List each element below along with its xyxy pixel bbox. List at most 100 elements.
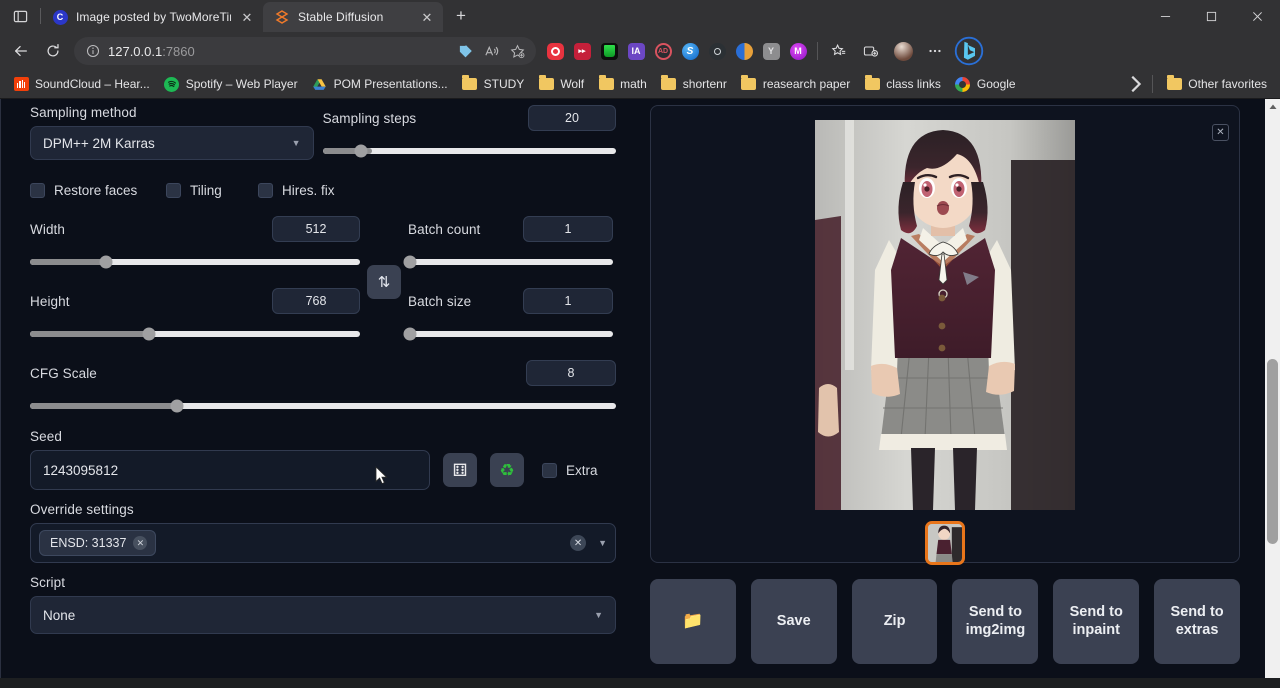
extension-trashy[interactable] [596, 37, 622, 65]
add-favorite-icon[interactable] [504, 39, 530, 63]
remove-tag-icon[interactable]: ✕ [133, 536, 147, 550]
tab-close-icon[interactable]: ✕ [239, 9, 255, 25]
save-button[interactable]: Save [751, 579, 837, 664]
bookmark-soundcloud[interactable]: SoundCloud – Hear... [6, 73, 157, 95]
window-controls [1142, 0, 1280, 32]
override-tag-ensd[interactable]: ENSD: 31337 ✕ [39, 530, 156, 556]
bookmark-reasearch-paper[interactable]: reasearch paper [734, 73, 857, 95]
tab-stable-diffusion[interactable]: Stable Diffusion ✕ [263, 2, 443, 32]
bookmark-math[interactable]: math [591, 73, 654, 95]
bookmark-other-favorites[interactable]: Other favorites [1159, 73, 1274, 95]
send-to-extras-button[interactable]: Send to extras [1154, 579, 1240, 664]
cfg-scale-label: CFG Scale [30, 366, 97, 381]
collections-icon[interactable] [856, 36, 886, 66]
close-button[interactable] [1234, 0, 1280, 32]
clear-all-icon[interactable]: ✕ [570, 535, 586, 551]
more-options-icon[interactable] [920, 36, 950, 66]
site-info-icon[interactable] [84, 42, 102, 60]
address-bar[interactable]: 127.0.0.1:7860 [74, 37, 536, 65]
close-result-icon[interactable]: ✕ [1212, 124, 1229, 141]
profile-avatar-icon[interactable] [888, 36, 918, 66]
restore-faces-checkbox[interactable]: Restore faces [30, 183, 166, 198]
bing-copilot-icon[interactable] [954, 36, 984, 66]
sampling-steps-value[interactable]: 20 [528, 105, 616, 131]
favorites-icon[interactable] [824, 36, 854, 66]
checkbox-box[interactable] [258, 183, 273, 198]
tab-search-icon[interactable] [0, 0, 40, 32]
width-slider[interactable] [30, 254, 360, 270]
batch-count-slider[interactable] [408, 254, 613, 270]
bookmark-pom-presentations[interactable]: POM Presentations... [305, 73, 455, 95]
gallery-thumbnail-1[interactable] [925, 521, 965, 565]
send-to-img2img-button[interactable]: Send to img2img [952, 579, 1038, 664]
hires-fix-checkbox[interactable]: Hires. fix [258, 183, 335, 198]
back-arrow-icon[interactable] [6, 36, 36, 66]
checkbox-box[interactable] [166, 183, 181, 198]
extension-fast-forward[interactable]: ▸▸ [569, 37, 595, 65]
slider-knob[interactable] [404, 256, 417, 269]
checkbox-box[interactable] [542, 463, 557, 478]
scrollbar-thumb[interactable] [1267, 359, 1278, 544]
seed-extra-checkbox[interactable]: Extra [542, 463, 598, 478]
width-value[interactable]: 512 [272, 216, 360, 242]
seed-label: Seed [30, 429, 616, 444]
slider-knob[interactable] [99, 256, 112, 269]
seed-input[interactable]: 1243095812 [30, 450, 430, 490]
bookmark-label: math [620, 77, 647, 91]
price-tag-icon[interactable] [452, 39, 478, 63]
sampling-method-dropdown[interactable]: DPM++ 2M Karras ▼ [30, 126, 314, 160]
read-aloud-icon[interactable] [478, 39, 504, 63]
google-drive-icon [312, 76, 328, 92]
extension-adblock[interactable]: AD [650, 37, 676, 65]
height-value[interactable]: 768 [272, 288, 360, 314]
swap-width-height-button[interactable]: ⇅ [367, 265, 401, 299]
bookmark-study[interactable]: STUDY [455, 73, 532, 95]
sampling-row: Sampling method DPM++ 2M Karras ▼ Sampli… [30, 105, 616, 160]
extension-internet-archive[interactable]: IA [623, 37, 649, 65]
url-text[interactable]: 127.0.0.1:7860 [102, 44, 452, 59]
chevron-down-icon[interactable]: ▼ [598, 538, 607, 548]
open-folder-button[interactable]: 📁 [650, 579, 736, 664]
cfg-scale-value[interactable]: 8 [526, 360, 616, 386]
bookmark-wolf[interactable]: Wolf [531, 73, 591, 95]
slider-knob[interactable] [404, 328, 417, 341]
maximize-button[interactable] [1188, 0, 1234, 32]
sampling-steps-slider[interactable] [323, 143, 616, 159]
minimize-button[interactable] [1142, 0, 1188, 32]
batch-size-value[interactable]: 1 [523, 288, 613, 314]
zip-button[interactable]: Zip [852, 579, 938, 664]
toggles-row: Restore faces Tiling Hires. fix [30, 183, 616, 198]
slider-knob[interactable] [170, 400, 183, 413]
random-seed-dice-button[interactable]: ⚅ [443, 453, 477, 487]
batch-count-value[interactable]: 1 [523, 216, 613, 242]
extension-yandex[interactable]: Y [758, 37, 784, 65]
extension-opera-gx[interactable] [542, 37, 568, 65]
tab-image-posted[interactable]: C Image posted by TwoMoreTimes ✕ [41, 2, 263, 32]
page-vertical-scrollbar[interactable] [1265, 99, 1280, 688]
extension-shazam[interactable]: S [677, 37, 703, 65]
slider-knob[interactable] [142, 328, 155, 341]
checkbox-box[interactable] [30, 183, 45, 198]
bookmark-class-links[interactable]: class links [857, 73, 948, 95]
slider-knob[interactable] [354, 145, 367, 158]
batch-size-slider[interactable] [408, 326, 613, 342]
extension-firefox-colors[interactable] [731, 37, 757, 65]
cfg-scale-slider[interactable] [30, 398, 616, 414]
bookmark-google[interactable]: Google [948, 73, 1023, 95]
extension-location[interactable] [704, 37, 730, 65]
generated-image[interactable] [815, 120, 1075, 510]
height-slider[interactable] [30, 326, 360, 342]
reload-icon[interactable] [38, 36, 68, 66]
tab-close-icon[interactable]: ✕ [419, 9, 435, 25]
chevron-right-icon[interactable] [1124, 72, 1146, 96]
override-settings-field[interactable]: ENSD: 31337 ✕ ✕ ▼ [30, 523, 616, 563]
script-dropdown[interactable]: None ▼ [30, 596, 616, 634]
extension-monkeytype[interactable]: M [785, 37, 811, 65]
send-to-inpaint-button[interactable]: Send to inpaint [1053, 579, 1139, 664]
bookmark-spotify[interactable]: Spotify – Web Player [157, 73, 305, 95]
tiling-checkbox[interactable]: Tiling [166, 183, 258, 198]
bookmark-shortenr[interactable]: shortenr [654, 73, 734, 95]
scroll-up-arrow-icon[interactable] [1265, 99, 1280, 115]
reuse-seed-recycle-button[interactable]: ♻ [490, 453, 524, 487]
new-tab-button[interactable]: + [447, 2, 475, 30]
